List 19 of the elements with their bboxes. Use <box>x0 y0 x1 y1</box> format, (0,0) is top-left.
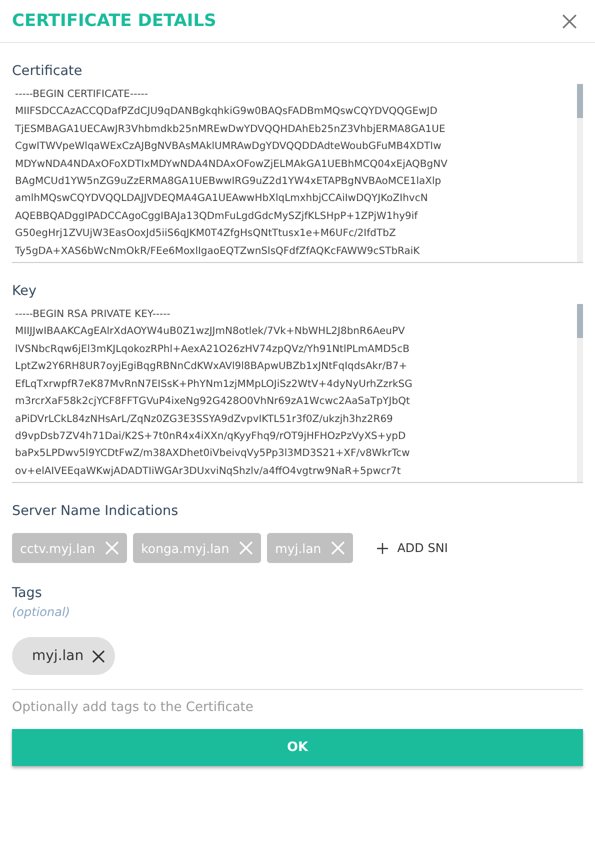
close-icon[interactable] <box>562 14 577 28</box>
remove-icon[interactable] <box>92 650 105 663</box>
field-label: Tags <box>12 585 43 602</box>
scrollbar[interactable] <box>577 84 583 262</box>
tag-input-field[interactable]: Optionally add tags to the Certificate <box>12 689 583 716</box>
optional-hint: (optional) <box>12 605 71 620</box>
tag-text: myj.lan <box>32 648 84 664</box>
key-field[interactable]: -----BEGIN RSA PRIVATE KEY----- MIIJJwIBAAKCAgEAlrXdAOYW4uB0Z1wzJJmN8otlek/7Vk+NbWHL2J8bnR6AeuPV lVSNbcRqw6jEl3mKJLqokozRPhl+AexA21O26zHV74zpQVz/Yh91NtlPLmAMD5cB LptZw2Y6RH8UR7oyjEgiBqgRBNnCdKWxAVl9l8BApwUBZb1xJNtFqIqdsAkr/B7+ EfLqTxrwpfR7eK87MvRnN7EISsK+PhYNm1zjMMpLOJiSz2WtV+4dyNyUrhZzrkSG m3rcrXaF58k2cjYCF8FFTGVuP4ixeNg92G428O0VhNr69zA1Wcwc2AaSaTpYJbQt aPiDVrLCkL84zNHsArL/ZqNz0ZG3E3SSYA9dZvpvIKTL51r3f0Z/ukzjh3hz2R69 d9vpDsb7ZV4h71Dai/K2S+7t0nR4x4iXXn/qKyyFhq9/rOT9jHFHOzPzVyXS+ypD baPx5LPDwv5l9YCDtFwZ/m38AXDhet0iVbeivqVy5Pp3l3MD3S21+XF/v8WkrTcw ov+elAIVEEqaWKwjADADTIiWGAr3DUxviNqShzlv/a4ffO4vgtrw9NaR+5pwcr7t <box>12 304 577 482</box>
chip-text: konga.myj.lan <box>141 540 230 556</box>
chip-text: cctv.myj.lan <box>20 540 96 556</box>
chip-text: myj.lan <box>275 540 322 556</box>
dialog-title: CERTIFICATE DETAILS <box>12 11 216 31</box>
field-label: Certificate <box>12 63 84 79</box>
certificate-field[interactable]: -----BEGIN CERTIFICATE----- MIIFSDCCAzACCQDafPZdCJU9qDANBgkqhkiG9w0BAQsFADBmMQswCQYDVQQGEwJD TjESMBAGA1UECAwJR3Vhbmdkb25nMREwDwYDVQQHDAhEb25nZ3VhbjERMA8GA1UE CgwITWVpeWlqaWExCzAJBgNVBAsMAklUMRAwDgYDVQQDDAdteWoubGFuMB4XDTIw MDYwNDA4NDAxOFoXDTIxMDYwNDA4NDAxOFowZjELMAkGA1UEBhMCQ04xEjAQBgNV BAgMCUd1YW5nZG9uZzERMA8GA1UEBwwIRG9uZ2d1YW4xETAPBgNVBAoMCE1laXlp amlhMQswCQYDVQQLDAJJVDEQMA4GA1UEAwwHbXlqLmxhbjCCAiIwDQYJKoZIhvcN AQEBBQADggIPADCCAgoCggIBAJa13QDmFuLgdGdcMySZjfKLSHpP+1ZPjW1hy9if G50egHrj1ZVUjW3EasOoxJd5iiS6qJKM0T4ZfgHsQNtTtusx1e+M6UFc/2IfdTbZ Ty5gDA+XAS6bWcNmOkR/FEe6MoxlIgaoEQTZwnSlsQFdfZfAQKcFAWW9cSTbRaiK <box>12 84 577 262</box>
field-label: Server Name Indications <box>12 503 180 520</box>
scrollbar[interactable] <box>577 304 583 482</box>
add-sni-button[interactable]: ADD SNI <box>365 535 460 562</box>
plus-icon <box>377 542 388 554</box>
field-label: Key <box>12 283 38 300</box>
